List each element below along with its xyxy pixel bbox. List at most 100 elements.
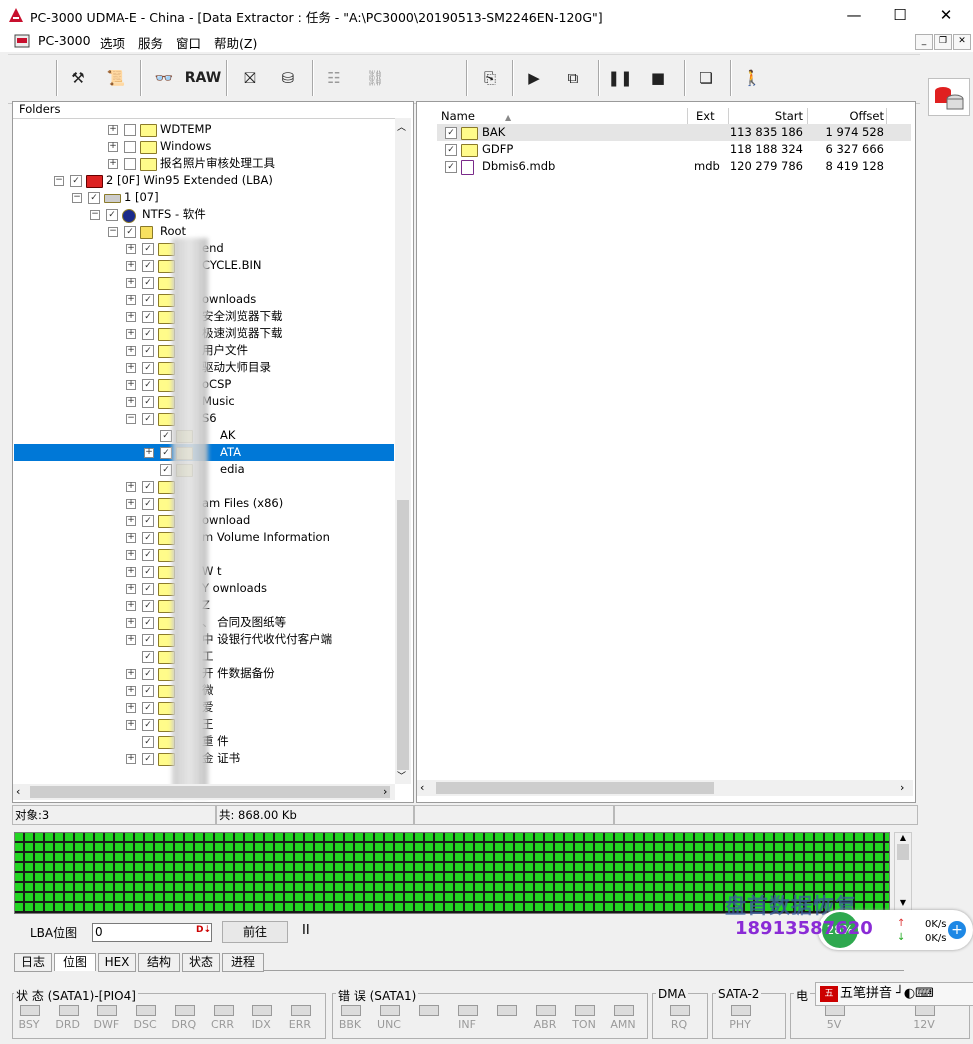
- binoculars-icon[interactable]: 👓: [150, 64, 178, 92]
- column-header-start[interactable]: Start: [729, 108, 808, 124]
- expand-icon[interactable]: +: [126, 261, 136, 271]
- menu-window[interactable]: 窗口: [176, 33, 201, 52]
- collapse-icon[interactable]: −: [126, 414, 136, 424]
- tree-horizontal-scroll-thumb[interactable]: [30, 786, 390, 798]
- raw-button[interactable]: RAW: [184, 64, 222, 92]
- pc3000-menu-icon[interactable]: [14, 34, 30, 48]
- tree-checkbox[interactable]: [124, 141, 136, 153]
- expand-icon[interactable]: +: [126, 312, 136, 322]
- file-name[interactable]: Dbmis6.mdb: [482, 158, 682, 175]
- tree-checkbox[interactable]: ✓: [142, 651, 154, 663]
- files-scroll-right[interactable]: ›: [900, 781, 904, 794]
- tree-icon[interactable]: ☷: [320, 64, 348, 92]
- expand-icon[interactable]: +: [126, 669, 136, 679]
- expand-icon[interactable]: +: [126, 329, 136, 339]
- expand-icon[interactable]: +: [126, 567, 136, 577]
- expand-icon[interactable]: +: [126, 380, 136, 390]
- expand-icon[interactable]: +: [126, 601, 136, 611]
- tree-checkbox[interactable]: ✓: [142, 685, 154, 697]
- tree-scroll-right[interactable]: ›: [383, 785, 387, 798]
- tree-scroll-down[interactable]: ﹀: [397, 769, 406, 782]
- tools-icon[interactable]: ⚒: [64, 64, 92, 92]
- tree-checkbox[interactable]: ✓: [142, 362, 154, 374]
- maximize-button[interactable]: ☐: [877, 0, 923, 30]
- tree-checkbox[interactable]: ✓: [160, 464, 172, 476]
- tab-bitmap[interactable]: 位图: [54, 953, 96, 971]
- expand-icon[interactable]: +: [126, 618, 136, 628]
- collapse-icon[interactable]: −: [72, 193, 82, 203]
- mdi-restore-button[interactable]: ❐: [934, 34, 952, 50]
- expand-icon[interactable]: +: [126, 363, 136, 373]
- expand-icon[interactable]: +: [126, 516, 136, 526]
- menu-options[interactable]: 选项: [100, 33, 125, 52]
- ime-toolbar[interactable]: 五五笔拼音 ┘◐⌨: [815, 982, 973, 1006]
- expand-icon[interactable]: +: [126, 244, 136, 254]
- tree-checkbox[interactable]: [124, 158, 136, 170]
- menu-help[interactable]: 帮助(Z): [214, 33, 257, 52]
- tree-checkbox[interactable]: ✓: [142, 515, 154, 527]
- decimal-toggle-icon[interactable]: D⇣: [196, 925, 211, 935]
- tree-checkbox[interactable]: ✓: [142, 634, 154, 646]
- expand-icon[interactable]: +: [108, 125, 118, 135]
- tree-checkbox[interactable]: ✓: [142, 753, 154, 765]
- expand-icon[interactable]: +: [126, 533, 136, 543]
- widget-add-icon[interactable]: +: [948, 921, 966, 939]
- tree-checkbox[interactable]: ✓: [142, 396, 154, 408]
- tab-hex[interactable]: HEX: [98, 953, 136, 972]
- tab-process[interactable]: 进程: [222, 953, 264, 972]
- tree-checkbox[interactable]: ✓: [106, 209, 118, 221]
- file-name[interactable]: BAK: [482, 124, 682, 141]
- expand-icon[interactable]: +: [126, 550, 136, 560]
- expand-icon[interactable]: +: [108, 142, 118, 152]
- database-icon[interactable]: [928, 78, 970, 116]
- tree-checkbox[interactable]: ✓: [70, 175, 82, 187]
- file-checkbox[interactable]: ✓: [445, 161, 457, 173]
- expand-icon[interactable]: +: [144, 448, 154, 458]
- tree-checkbox[interactable]: ✓: [142, 719, 154, 731]
- tree-checkbox[interactable]: ✓: [142, 243, 154, 255]
- tree-scroll-up[interactable]: ︿: [397, 120, 406, 133]
- tree-checkbox[interactable]: ✓: [142, 413, 154, 425]
- tree-vertical-scroll-thumb[interactable]: [397, 500, 409, 770]
- tree-checkbox[interactable]: ✓: [142, 668, 154, 680]
- tree-checkbox[interactable]: ✓: [160, 447, 172, 459]
- column-header-ext[interactable]: Ext: [688, 108, 729, 124]
- tree-checkbox[interactable]: ✓: [142, 549, 154, 561]
- menu-service[interactable]: 服务: [138, 33, 163, 52]
- tree-checkbox[interactable]: ✓: [160, 430, 172, 442]
- tree-checkbox[interactable]: ✓: [142, 702, 154, 714]
- stop-icon[interactable]: ■: [644, 64, 672, 92]
- tree-checkbox[interactable]: ✓: [142, 294, 154, 306]
- tree-checkbox[interactable]: ✓: [142, 481, 154, 493]
- expand-icon[interactable]: +: [126, 635, 136, 645]
- column-header-name[interactable]: Name ▲: [437, 108, 688, 124]
- tree-checkbox[interactable]: ✓: [142, 583, 154, 595]
- tree-checkbox[interactable]: ✓: [124, 226, 136, 238]
- disk-icon[interactable]: ⛁: [274, 64, 302, 92]
- tree-checkbox[interactable]: ✓: [88, 192, 100, 204]
- tree-checkbox[interactable]: ✓: [142, 498, 154, 510]
- expand-icon[interactable]: +: [126, 754, 136, 764]
- files-horizontal-scroll-thumb[interactable]: [436, 782, 714, 794]
- file-checkbox[interactable]: ✓: [445, 144, 457, 156]
- expand-icon[interactable]: +: [126, 295, 136, 305]
- expand-icon[interactable]: +: [126, 499, 136, 509]
- play-icon[interactable]: ▶: [520, 64, 548, 92]
- column-header-offset[interactable]: Offset: [808, 108, 887, 124]
- mdi-close-button[interactable]: ✕: [953, 34, 971, 50]
- tree-checkbox[interactable]: ✓: [142, 277, 154, 289]
- lba-input[interactable]: 0: [92, 923, 212, 942]
- network-icon[interactable]: ⛓: [358, 64, 392, 92]
- tree-checkbox[interactable]: ✓: [142, 532, 154, 544]
- tree-checkbox[interactable]: ✓: [142, 345, 154, 357]
- expand-icon[interactable]: +: [108, 159, 118, 169]
- tree-checkbox[interactable]: ✓: [142, 600, 154, 612]
- tab-status[interactable]: 状态: [182, 953, 220, 972]
- exit-icon[interactable]: 🚶: [738, 64, 766, 92]
- flow-icon[interactable]: ⧉: [556, 64, 590, 92]
- pause-icon[interactable]: ❚❚: [606, 64, 634, 92]
- files-scroll-left[interactable]: ‹: [420, 781, 424, 794]
- file-name[interactable]: GDFP: [482, 141, 682, 158]
- close-button[interactable]: ✕: [923, 0, 969, 30]
- expand-icon[interactable]: +: [126, 703, 136, 713]
